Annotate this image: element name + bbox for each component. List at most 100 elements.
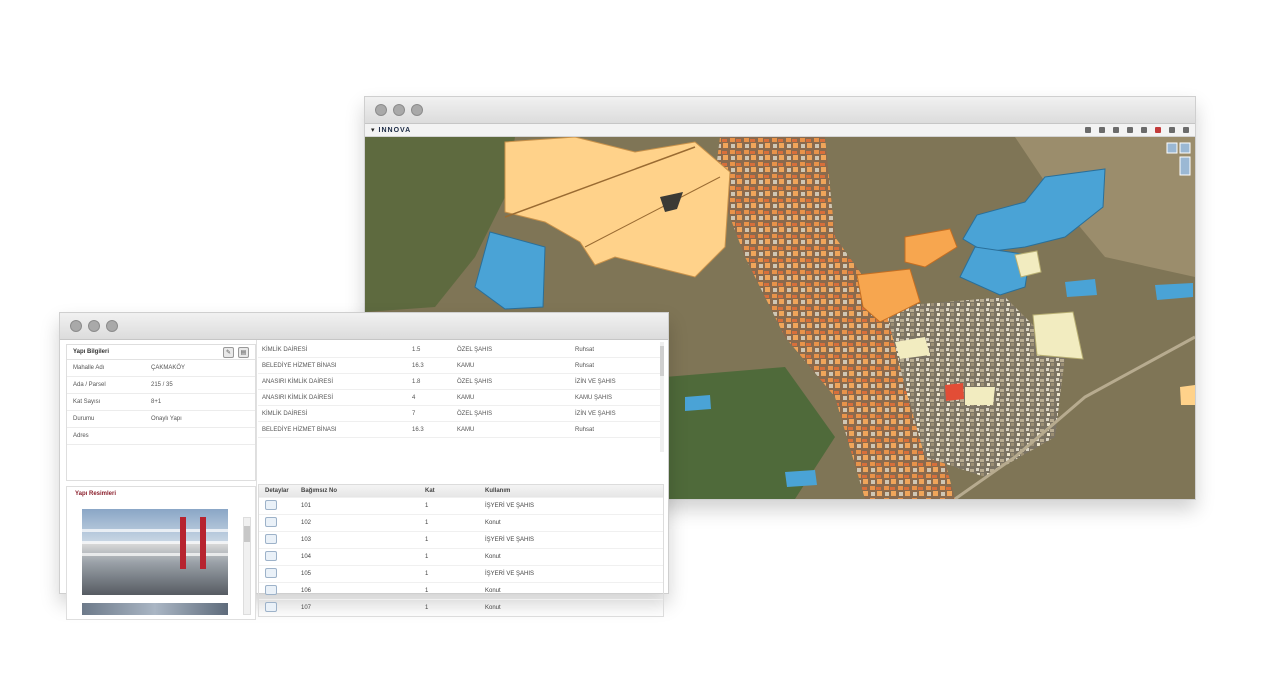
table-row[interactable]: 101 1 İŞYERİ VE ŞAHIS	[259, 497, 663, 514]
table-row[interactable]: 103 1 İŞYERİ VE ŞAHIS	[259, 531, 663, 548]
print-icon[interactable]: ▤	[238, 346, 249, 358]
measure-icon[interactable]	[1127, 127, 1133, 133]
detail-icon[interactable]	[265, 585, 277, 595]
unit-usage: Konut	[485, 520, 501, 526]
home-icon[interactable]	[1085, 127, 1091, 133]
table-row[interactable]: ANASIRI KİMLİK DAİRESİ 1.8 ÖZEL ŞAHIS İZİN …	[258, 374, 662, 390]
unit-floor: 1	[425, 554, 429, 560]
table-row[interactable]: BELEDİYE HİZMET BİNASI 16.3 KAMU Ruhsat	[258, 358, 662, 374]
info-value: Onaylı Yapı	[151, 416, 182, 422]
map-window-titlebar	[365, 97, 1195, 124]
column-header[interactable]: Kat	[425, 488, 485, 494]
parcel-yellow-small	[1180, 385, 1195, 405]
window-maximize-button[interactable]	[411, 104, 423, 116]
unit-usage: İŞYERİ VE ŞAHIS	[485, 571, 535, 577]
window-close-button[interactable]	[375, 104, 387, 116]
photos-scrollbar-thumb[interactable]	[244, 526, 250, 542]
data-window: Yapı Bilgileri ✎ ▤ Mahalle Adı ÇAKMAKÖY A…	[59, 312, 669, 620]
unit-no: 102	[301, 520, 312, 526]
attr-cell: KİMLİK DAİRESİ	[262, 346, 308, 353]
parcel-blue-small-2	[1065, 279, 1097, 297]
edit-icon[interactable]: ✎	[223, 346, 234, 358]
window-close-button[interactable]	[70, 320, 82, 332]
unit-floor: 1	[425, 605, 429, 611]
column-header[interactable]: Bağımsız No	[301, 488, 425, 494]
detail-icon[interactable]	[265, 602, 277, 612]
unit-no: 101	[301, 503, 312, 509]
attr-cell: KİMLİK DAİRESİ	[262, 410, 308, 417]
unit-no: 104	[301, 554, 312, 560]
exit-icon[interactable]	[1183, 127, 1189, 133]
building-photos-title: Yapı Resimleri	[75, 491, 117, 497]
table-row[interactable]: 102 1 Konut	[259, 514, 663, 531]
info-row: Adres	[67, 428, 255, 445]
info-key: Kat Sayısı	[73, 399, 101, 405]
detail-icon[interactable]	[265, 500, 277, 510]
unit-no: 103	[301, 537, 312, 543]
info-value: 215 / 35	[151, 382, 173, 388]
table-row[interactable]: 106 1 Konut	[259, 582, 663, 599]
building-info-title: Yapı Bilgileri	[73, 349, 110, 355]
info-key: Durumu	[73, 416, 95, 422]
layers-icon[interactable]	[1099, 127, 1105, 133]
building-info-panel: Yapı Bilgileri ✎ ▤ Mahalle Adı ÇAKMAKÖY A…	[66, 344, 256, 481]
info-value: ÇAKMAKÖY	[151, 365, 186, 371]
parcel-blue-small-1	[1155, 283, 1193, 300]
attr-cell: ÖZEL ŞAHIS	[457, 346, 493, 353]
table-row[interactable]: 104 1 Konut	[259, 548, 663, 565]
unit-floor: 1	[425, 503, 429, 509]
menu-icon[interactable]: ▾	[371, 126, 375, 134]
unit-usage: Konut	[485, 605, 501, 611]
table-header: Detaylar Bağımsız No Kat Kullanım	[259, 485, 663, 497]
detail-icon[interactable]	[265, 551, 277, 561]
attr-cell: 1.5	[412, 346, 421, 353]
attr-cell: KAMU ŞAHIS	[575, 394, 613, 401]
print-icon[interactable]	[1141, 127, 1147, 133]
detail-icon[interactable]	[265, 534, 277, 544]
building-red	[945, 383, 964, 401]
table-row[interactable]: KİMLİK DAİRESİ 1.5 ÖZEL ŞAHIS Ruhsat	[258, 342, 662, 358]
building-photo[interactable]	[82, 509, 228, 595]
attr-cell: 16.3	[412, 362, 424, 369]
window-minimize-button[interactable]	[88, 320, 100, 332]
table-row[interactable]: KİMLİK DAİRESİ 7 ÖZEL ŞAHIS İZİN VE ŞAHIS	[258, 406, 662, 422]
data-window-titlebar	[60, 313, 668, 340]
table-row[interactable]: 107 1 Konut	[259, 599, 663, 616]
attr-cell: ÖZEL ŞAHIS	[457, 378, 493, 385]
photos-scrollbar[interactable]	[243, 517, 251, 615]
attr-cell: İZİN VE ŞAHIS	[575, 378, 616, 385]
attr-cell: İZİN VE ŞAHIS	[575, 410, 616, 417]
parcel-blue-small-4	[685, 395, 711, 411]
attr-cell: KAMU	[457, 394, 475, 401]
table-row[interactable]: 105 1 İŞYERİ VE ŞAHIS	[259, 565, 663, 582]
attribute-scrollbar-thumb[interactable]	[660, 346, 664, 376]
table-row[interactable]: BELEDİYE HİZMET BİNASI 16.3 KAMU Ruhsat	[258, 422, 662, 438]
data-window-body: Yapı Bilgileri ✎ ▤ Mahalle Adı ÇAKMAKÖY A…	[60, 340, 668, 620]
info-row: Kat Sayısı 8+1	[67, 394, 255, 411]
info-row: Durumu Onaylı Yapı	[67, 411, 255, 428]
map-zoom-in-button[interactable]	[1166, 142, 1178, 154]
building-photo-thumbnail[interactable]	[82, 603, 228, 615]
window-maximize-button[interactable]	[106, 320, 118, 332]
map-zoom-out-button[interactable]	[1179, 142, 1191, 154]
detail-icon[interactable]	[265, 517, 277, 527]
unit-floor: 1	[425, 588, 429, 594]
info-row: Ada / Parsel 215 / 35	[67, 377, 255, 394]
map-layer-button[interactable]	[1179, 156, 1191, 176]
parcel-cream-4	[965, 387, 995, 405]
unit-no: 105	[301, 571, 312, 577]
building-photos-panel: Yapı Resimleri	[66, 486, 256, 620]
column-header[interactable]: Detaylar	[259, 488, 301, 494]
column-header[interactable]: Kullanım	[485, 488, 635, 494]
search-icon[interactable]	[1113, 127, 1119, 133]
attribute-scrollbar[interactable]	[660, 342, 664, 452]
user-icon[interactable]	[1169, 127, 1175, 133]
alert-icon[interactable]	[1155, 127, 1161, 133]
detail-icon[interactable]	[265, 568, 277, 578]
attr-cell: 7	[412, 410, 416, 417]
parcel-blue-small-3	[785, 470, 817, 487]
unit-usage: Konut	[485, 554, 501, 560]
table-row[interactable]: ANASIRI KİMLİK DAİRESİ 4 KAMU KAMU ŞAHIS	[258, 390, 662, 406]
window-minimize-button[interactable]	[393, 104, 405, 116]
info-value: 8+1	[151, 399, 162, 405]
